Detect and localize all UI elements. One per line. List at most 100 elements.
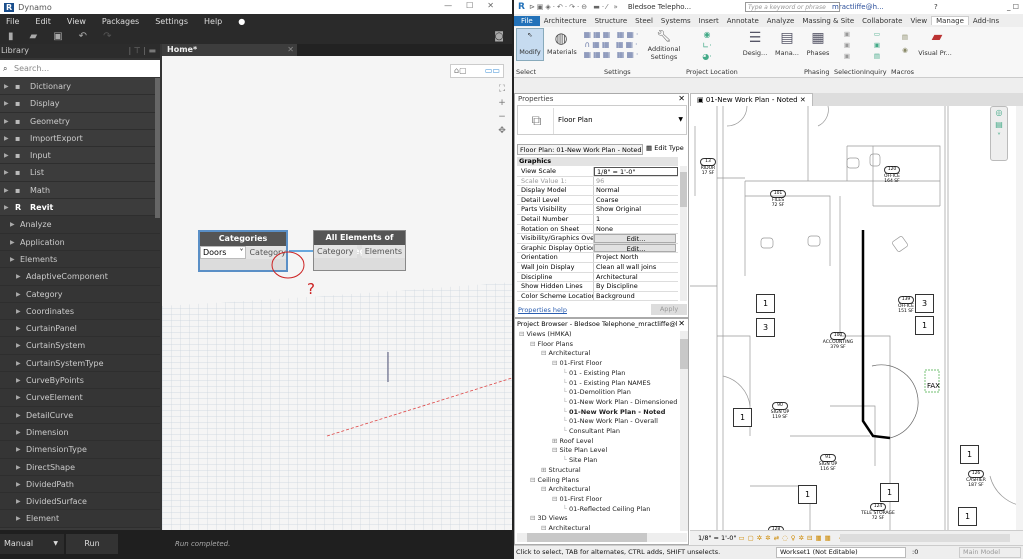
library-item[interactable]: ▶ DividedSurface <box>0 493 160 511</box>
library-item[interactable]: ▶ R Revit <box>0 199 160 217</box>
property-value[interactable]: Coarse <box>594 196 678 205</box>
room-tag[interactable]: 13 RIDOR 17 SF <box>690 158 726 177</box>
tab-home[interactable]: Home* ✕ <box>162 44 297 56</box>
revit-logo-icon[interactable]: R <box>514 2 529 12</box>
menu-file[interactable]: File <box>0 17 29 26</box>
library-item[interactable]: ▶ Element <box>0 510 160 528</box>
library-item[interactable]: ▶ DividedPath <box>0 475 160 494</box>
instance-filter-dropdown[interactable]: Floor Plan: 01-New Work Plan - Noted <box>517 144 643 155</box>
additional-settings-button[interactable]: Additional Settings <box>644 45 684 61</box>
property-value[interactable]: Edit... <box>594 243 676 253</box>
visual-programming-button[interactable]: Visual Pr... <box>916 49 954 57</box>
design-options-button[interactable]: Desig... <box>740 49 770 57</box>
library-item[interactable]: ▶ Coordinates <box>0 302 160 321</box>
run-mode-dropdown[interactable]: Manual ▼ <box>0 534 64 554</box>
browser-node[interactable]: └ 01 - Existing Plan NAMES <box>563 379 651 387</box>
collapse-icon[interactable]: ⊟ <box>552 495 557 503</box>
keynote-box[interactable]: 1 <box>880 483 899 502</box>
library-item[interactable]: ▶ ▪ Display <box>0 95 160 113</box>
collapse-icon[interactable]: ⊟ <box>530 476 535 484</box>
group-graphics[interactable]: Graphics <box>517 157 678 166</box>
room-tag[interactable]: 124 TELE STORAGE 72 SF <box>860 503 896 522</box>
library-item[interactable]: ▶ ▪ Geometry <box>0 112 160 130</box>
browser-node[interactable]: ⊟ 3D Views <box>530 514 568 522</box>
property-value[interactable]: Background <box>594 292 678 301</box>
close-icon[interactable]: ✕ <box>678 319 685 328</box>
library-item[interactable]: ▶ Application <box>0 233 160 251</box>
floor-plan-view[interactable]: 13 RIDOR 17 SF 101 FILES 72 SF 120 OFFICE 164 SF… <box>690 106 1023 530</box>
ribbon-tab-architecture[interactable]: Architecture <box>540 17 591 25</box>
browser-node[interactable]: └ 01-New Work Plan - Dimensioned <box>563 398 677 406</box>
ribbon-tab-insert[interactable]: Insert <box>695 17 723 25</box>
browser-node[interactable]: ⊟ Floor Plans <box>530 340 573 348</box>
library-item[interactable]: ▶ DirectShape <box>0 458 160 476</box>
new-file-icon[interactable]: ▮ <box>0 31 22 42</box>
room-tag[interactable]: 120 OFFICE 164 SF <box>874 166 910 185</box>
keyword-search-input[interactable]: Type a keyword or phrase <box>745 2 840 12</box>
browser-horizontal-scrollbar[interactable] <box>517 533 687 542</box>
design-option-model[interactable]: Main Model <box>959 547 1021 558</box>
view-horizontal-scrollbar[interactable] <box>840 534 1010 542</box>
close-icon[interactable]: ✕ <box>678 94 685 103</box>
library-item[interactable]: ▶ ▪ Dictionary <box>0 78 160 96</box>
collapse-icon[interactable]: ⊟ <box>552 446 557 454</box>
room-tag[interactable]: 91 SIGN UP 116 SF <box>810 454 846 473</box>
chevron-down-icon[interactable]: ˅ <box>991 131 1007 143</box>
library-item[interactable]: ▶ DimensionType <box>0 441 160 459</box>
ribbon-tab-analyze[interactable]: Analyze <box>763 17 799 25</box>
library-item[interactable]: ▶ CurveElement <box>0 389 160 407</box>
keynote-box[interactable]: 3 <box>915 294 934 313</box>
apply-button[interactable]: Apply <box>651 304 687 315</box>
manage-links-button[interactable]: Mana... <box>772 49 802 57</box>
library-item[interactable]: ▶ Dimension <box>0 423 160 442</box>
browser-node[interactable]: └ 01 - Existing Plan <box>563 369 625 377</box>
library-item[interactable]: ▶ CurtainSystemType <box>0 354 160 373</box>
browser-node[interactable]: └ Consultant Plan <box>563 427 620 435</box>
inquiry-icons[interactable]: ▭ ▣ ▤ <box>866 29 888 62</box>
browser-node[interactable]: └ 01-Demolition Plan <box>563 388 631 396</box>
quick-access-toolbar[interactable]: ⊳▣◈·↶·↷·⊖ ▬·⁄ » <box>529 3 620 11</box>
zoom-region-icon[interactable]: ▤ <box>991 119 1007 131</box>
property-value[interactable]: 1 <box>594 215 678 224</box>
library-item[interactable]: ▶ Elements <box>0 250 160 269</box>
menu-settings[interactable]: Settings <box>149 17 198 26</box>
browser-node[interactable]: └ Site Plan <box>563 456 597 464</box>
graph-canvas[interactable]: ⌂▢ ▭▭ ⛶ + − ✥ Categories Doors ˅ Category Al… <box>162 56 512 530</box>
notification-icon[interactable]: ● <box>232 17 255 26</box>
panel-select[interactable]: Select <box>516 68 536 76</box>
browser-node[interactable]: ⊟ 01-First Floor <box>552 495 602 503</box>
open-icon[interactable]: ▰ <box>22 31 46 42</box>
library-item[interactable]: ▶ ▪ Input <box>0 147 160 165</box>
project-location-icons[interactable]: ◉ ∟· ◕· <box>692 29 722 62</box>
library-item[interactable]: ▶ ▪ ImportExport <box>0 129 160 148</box>
workset-dropdown[interactable]: Workset1 (Not Editable) <box>776 547 906 558</box>
collapse-icon[interactable]: ⊟ <box>552 359 557 367</box>
browser-node[interactable]: ⊞ Roof Level <box>552 437 593 445</box>
ribbon-tab-view[interactable]: View <box>906 17 931 25</box>
expand-icon[interactable]: ⊞ <box>541 466 546 474</box>
collapse-icon[interactable]: ⊟ <box>530 514 535 522</box>
property-value[interactable]: Clean all wall joins <box>594 263 678 272</box>
ribbon-tab-annotate[interactable]: Annotate <box>723 17 763 25</box>
collapse-icon[interactable]: ⊟ <box>530 340 535 348</box>
help-icon[interactable]: ? <box>934 3 938 11</box>
phases-button[interactable]: Phases <box>804 49 832 57</box>
view-control-icons[interactable]: ▭▢✲✲⇄◌♀✲⊟▦▦ ‹ <box>739 534 845 542</box>
property-value[interactable]: None <box>594 225 678 234</box>
window-controls[interactable]: —☐✕ <box>444 1 508 10</box>
close-icon[interactable]: ✕ <box>798 96 806 104</box>
ribbon-tab-file[interactable]: File <box>514 15 540 26</box>
browser-node[interactable]: ⊟ 01-First Floor <box>552 359 602 367</box>
browser-node[interactable]: ⊟ Site Plan Level <box>552 446 607 454</box>
materials-button[interactable]: Materials <box>547 48 577 56</box>
collapse-icon[interactable]: ⊟ <box>541 485 546 493</box>
view-vertical-scrollbar[interactable] <box>1016 106 1023 530</box>
browser-node[interactable]: ⊟ Architectural <box>541 485 590 493</box>
macros-icons[interactable]: ▤ ◉ <box>894 31 916 57</box>
property-value[interactable]: 1/8" = 1'-0" <box>594 167 678 176</box>
room-tag[interactable]: 101 FILES 72 SF <box>760 190 796 209</box>
library-item[interactable]: ▶ AdaptiveComponent <box>0 268 160 286</box>
browser-node[interactable]: ⊟ Ceiling Plans <box>530 476 579 484</box>
room-tag[interactable]: 90 SIGN UP 119 SF <box>762 402 798 421</box>
library-item[interactable]: ▶ CurtainSystem <box>0 337 160 355</box>
